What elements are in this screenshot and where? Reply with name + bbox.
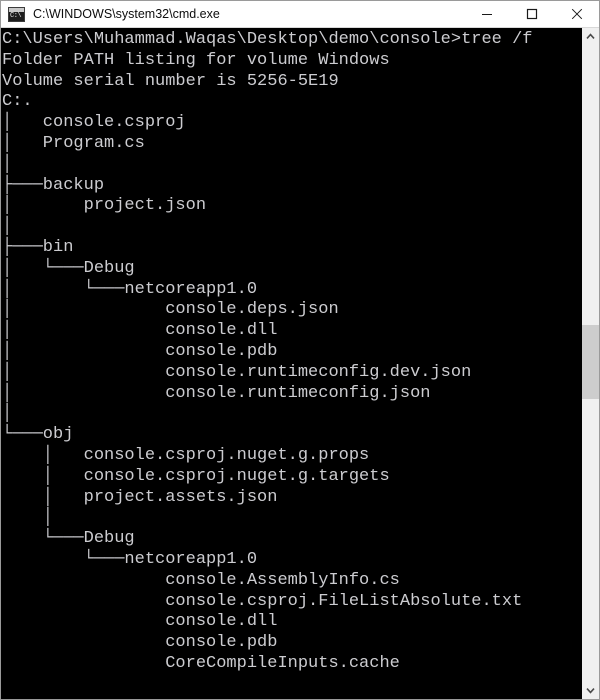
terminal-line: console.csproj.FileListAbsolute.txt bbox=[2, 591, 523, 611]
terminal-line: Volume serial number is 5256-5E19 bbox=[2, 71, 339, 91]
terminal-line: │ project.assets.json bbox=[2, 487, 278, 507]
scroll-down-button[interactable] bbox=[582, 682, 599, 699]
scrollbar-track[interactable] bbox=[582, 45, 599, 682]
terminal-line: │ project.json bbox=[2, 196, 207, 216]
terminal-line: │ └───Debug bbox=[2, 258, 135, 278]
terminal-line: │ bbox=[2, 508, 54, 528]
terminal-line: │ console.dll bbox=[2, 321, 278, 341]
terminal-line: console.dll bbox=[2, 612, 278, 632]
scroll-up-button[interactable] bbox=[582, 28, 599, 45]
terminal-line: │ Program.cs bbox=[2, 133, 145, 153]
terminal-line: │ console.deps.json bbox=[2, 300, 339, 320]
title-bar[interactable]: C:\ C:\WINDOWS\system32\cmd.exe bbox=[1, 1, 599, 28]
cmd-console-icon: C:\ bbox=[8, 6, 25, 22]
title-bar-left: C:\ C:\WINDOWS\system32\cmd.exe bbox=[1, 6, 464, 22]
window-title: C:\WINDOWS\system32\cmd.exe bbox=[33, 7, 220, 21]
terminal-line: │ bbox=[2, 404, 13, 424]
terminal-line: │ console.runtimeconfig.json bbox=[2, 383, 431, 403]
close-icon bbox=[571, 8, 582, 20]
terminal-line: └───obj bbox=[2, 425, 74, 445]
terminal-line: │ console.csproj.nuget.g.props bbox=[2, 445, 370, 465]
terminal-line: │ bbox=[2, 217, 13, 237]
terminal-line: ├───backup bbox=[2, 175, 105, 195]
terminal-line: console.AssemblyInfo.cs bbox=[2, 570, 400, 590]
scrollbar-thumb[interactable] bbox=[582, 325, 599, 399]
terminal-line: └───netcoreapp1.0 bbox=[2, 549, 258, 569]
terminal-output[interactable]: C:\Users\Muhammad.Waqas\Desktop\demo\con… bbox=[1, 28, 581, 699]
terminal-line: ├───bin bbox=[2, 237, 74, 257]
minimize-icon bbox=[481, 14, 492, 15]
terminal-line: │ console.pdb bbox=[2, 341, 278, 361]
vertical-scrollbar[interactable] bbox=[581, 28, 599, 699]
console-area: C:\Users\Muhammad.Waqas\Desktop\demo\con… bbox=[1, 28, 599, 699]
terminal-line: │ console.csproj bbox=[2, 113, 186, 133]
terminal-line: │ console.runtimeconfig.dev.json bbox=[2, 362, 472, 382]
terminal-line: └───Debug bbox=[2, 529, 135, 549]
terminal-line: Folder PATH listing for volume Windows bbox=[2, 50, 390, 70]
close-button[interactable] bbox=[554, 1, 599, 27]
scroll-up-arrow-icon bbox=[586, 33, 595, 39]
cmd-icon-prompt-glyph: C:\ bbox=[10, 11, 22, 20]
terminal-line: │ └───netcoreapp1.0 bbox=[2, 279, 258, 299]
window-controls bbox=[464, 1, 599, 27]
terminal-line: console.pdb bbox=[2, 633, 278, 653]
scroll-down-arrow-icon bbox=[586, 688, 595, 694]
terminal-line: │ console.csproj.nuget.g.targets bbox=[2, 466, 390, 486]
terminal-line: C:\Users\Muhammad.Waqas\Desktop\demo\con… bbox=[2, 30, 533, 49]
terminal-line: C:. bbox=[2, 92, 33, 112]
maximize-icon bbox=[526, 8, 537, 20]
terminal-line: │ bbox=[2, 154, 13, 174]
cmd-window: C:\ C:\WINDOWS\system32\cmd.exe C:\Users… bbox=[0, 0, 600, 700]
maximize-button[interactable] bbox=[509, 1, 554, 27]
terminal-line: CoreCompileInputs.cache bbox=[2, 653, 400, 673]
minimize-button[interactable] bbox=[464, 1, 509, 27]
